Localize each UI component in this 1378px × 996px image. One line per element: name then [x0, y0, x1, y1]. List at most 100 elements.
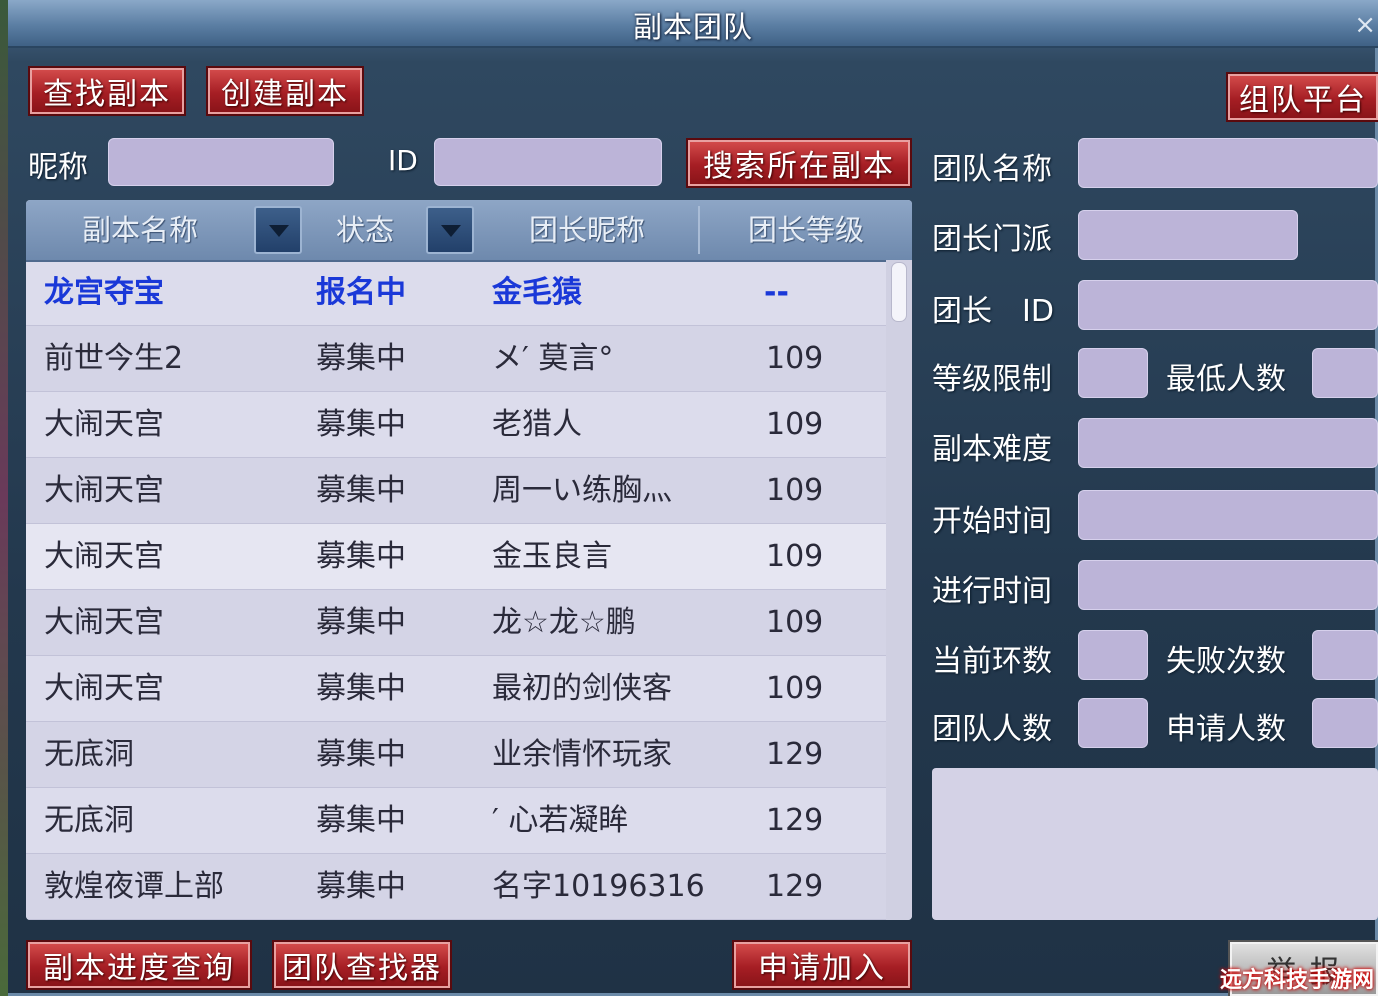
table-row[interactable]: 龙宫夺宝 报名中 金毛猿 --: [26, 260, 886, 326]
cell-level: 109: [766, 407, 824, 442]
current-round-field: [1078, 630, 1148, 680]
leader-id-label: 团长 ID: [932, 294, 1054, 329]
cell-level: 129: [766, 803, 824, 838]
team-size-label: 团队人数: [932, 712, 1052, 747]
table-row[interactable]: 无底洞 募集中 业余情怀玩家 129: [26, 722, 886, 788]
header-status: 状态: [335, 213, 394, 247]
leader-id-field: [1078, 280, 1378, 330]
header-leader-level: 团长等级: [747, 213, 864, 247]
cell-dungeon-name: 前世今生2: [44, 341, 184, 376]
cell-status: 募集中: [316, 605, 406, 640]
table-row[interactable]: 大闹天宫 募集中 金玉良言 109: [26, 524, 886, 590]
table-row[interactable]: 前世今生2 募集中 メ′ 莫言° 109: [26, 326, 886, 392]
cell-status: 募集中: [316, 539, 406, 574]
team-description-box: [932, 768, 1378, 920]
cell-level: 109: [766, 539, 824, 574]
nickname-input-wrap[interactable]: [108, 138, 334, 186]
team-name-label: 团队名称: [932, 152, 1052, 187]
cell-status: 募集中: [316, 869, 406, 904]
cell-leader: 金玉良言: [492, 539, 612, 574]
cell-leader: 业余情怀玩家: [492, 737, 672, 772]
cell-status: 募集中: [316, 803, 406, 838]
create-dungeon-button[interactable]: 创建副本: [206, 66, 364, 116]
table-scrollbar[interactable]: [886, 260, 912, 920]
header-dungeon-name: 副本名称: [81, 213, 198, 247]
dungeon-progress-query-button[interactable]: 副本进度查询: [26, 940, 252, 990]
cell-level: 129: [766, 869, 824, 904]
cell-status: 募集中: [316, 407, 406, 442]
cell-level: 109: [766, 605, 824, 640]
start-time-label: 开始时间: [932, 504, 1052, 539]
table-row[interactable]: 大闹天宫 募集中 周一い练胸灬 109: [26, 458, 886, 524]
find-dungeon-button[interactable]: 查找副本: [28, 66, 186, 116]
level-limit-field: [1078, 348, 1148, 398]
apply-join-button[interactable]: 申请加入: [732, 940, 912, 990]
fail-count-label: 失败次数: [1166, 644, 1286, 679]
cell-status: 报名中: [316, 275, 406, 310]
cell-dungeon-name: 敦煌夜谭上部: [44, 869, 224, 904]
table-row[interactable]: 敦煌夜谭上部 募集中 名字10196316 129: [26, 854, 886, 920]
cell-leader: 老猎人: [492, 407, 582, 442]
cell-dungeon-name: 无底洞: [44, 737, 134, 772]
duration-label: 进行时间: [932, 574, 1052, 609]
cell-dungeon-name: 大闹天宫: [44, 671, 164, 706]
status-dropdown-icon[interactable]: [426, 206, 474, 254]
search-current-dungeon-button[interactable]: 搜索所在副本: [686, 138, 912, 188]
close-icon[interactable]: ×: [1354, 12, 1376, 38]
team-name-field: [1078, 138, 1378, 188]
cell-dungeon-name: 龙宫夺宝: [44, 275, 164, 310]
min-players-label: 最低人数: [1166, 362, 1286, 397]
cell-level: 109: [766, 473, 824, 508]
watermark: 远方科技手游网: [1219, 968, 1374, 993]
cell-status: 募集中: [316, 737, 406, 772]
cell-status: 募集中: [316, 671, 406, 706]
current-round-label: 当前环数: [932, 644, 1052, 679]
id-input-wrap[interactable]: [434, 138, 662, 186]
cell-level: --: [764, 275, 789, 310]
cell-leader: ′ 心若凝眸: [492, 803, 629, 838]
level-limit-label: 等级限制: [932, 362, 1052, 397]
window-title: 副本团队: [632, 10, 753, 44]
cell-level: 109: [766, 341, 824, 376]
cell-leader: 金毛猿: [492, 275, 582, 310]
team-finder-button[interactable]: 团队查找器: [272, 940, 452, 990]
window-left-edge: [0, 0, 8, 996]
cell-leader: 最初的剑侠客: [492, 671, 672, 706]
cell-leader: 名字10196316: [492, 869, 705, 904]
table-row[interactable]: 大闹天宫 募集中 老猎人 109: [26, 392, 886, 458]
difficulty-label: 副本难度: [932, 432, 1052, 467]
cell-leader: メ′ 莫言°: [492, 341, 614, 376]
leader-sect-field: [1078, 210, 1298, 260]
duration-field: [1078, 560, 1378, 610]
apply-count-label: 申请人数: [1166, 712, 1286, 747]
cell-dungeon-name: 大闹天宫: [44, 473, 164, 508]
nickname-label: 昵称: [28, 150, 88, 185]
table-header: 副本名称 状态 团长昵称 团长等级: [26, 200, 912, 262]
table-row[interactable]: 无底洞 募集中 ′ 心若凝眸 129: [26, 788, 886, 854]
cell-status: 募集中: [316, 473, 406, 508]
leader-sect-label: 团长门派: [932, 222, 1052, 257]
scrollbar-thumb[interactable]: [891, 262, 907, 322]
cell-dungeon-name: 无底洞: [44, 803, 134, 838]
table-row[interactable]: 大闹天宫 募集中 龙☆龙☆鹏 109: [26, 590, 886, 656]
cell-leader: 龙☆龙☆鹏: [492, 605, 636, 640]
fail-count-field: [1312, 630, 1378, 680]
cell-status: 募集中: [316, 341, 406, 376]
header-leader-nickname: 团长昵称: [528, 213, 645, 247]
difficulty-field: [1078, 418, 1378, 468]
table-row[interactable]: 大闹天宫 募集中 最初的剑侠客 109: [26, 656, 886, 722]
dungeon-table: 副本名称 状态 团长昵称 团长等级 龙宫夺宝 报名中 金毛猿 -- 前世今生2 …: [26, 200, 912, 920]
id-input[interactable]: [435, 139, 661, 185]
cell-level: 129: [766, 737, 824, 772]
cell-dungeon-name: 大闹天宫: [44, 539, 164, 574]
apply-count-field: [1312, 698, 1378, 748]
id-label: ID: [388, 144, 418, 177]
start-time-field: [1078, 490, 1378, 540]
cell-level: 109: [766, 671, 824, 706]
team-size-field: [1078, 698, 1148, 748]
nickname-input[interactable]: [109, 139, 333, 185]
title-bar[interactable]: 副本团队 ×: [8, 0, 1378, 48]
dungeon-name-dropdown-icon[interactable]: [254, 206, 302, 254]
team-platform-button[interactable]: 组队平台: [1226, 72, 1378, 122]
cell-dungeon-name: 大闹天宫: [44, 407, 164, 442]
